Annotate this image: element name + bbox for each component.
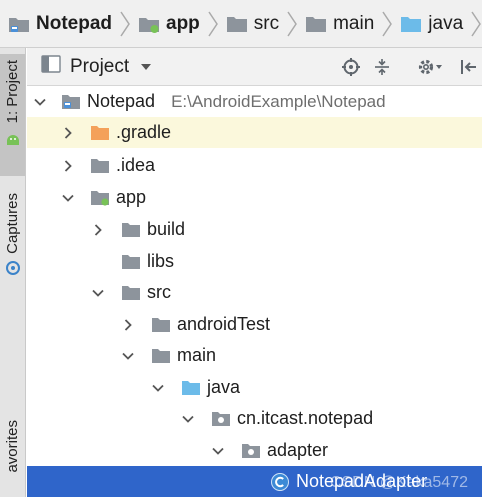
project-view-title: Project — [70, 55, 130, 77]
breadcrumb-label: main — [333, 12, 375, 34]
tree-row-label: java — [207, 377, 241, 397]
tree-row-package[interactable]: cn.itcast.notepad — [27, 403, 482, 434]
collapse-icon — [375, 59, 389, 75]
collapse-all-button[interactable] — [371, 56, 393, 78]
breadcrumb-label: src — [253, 12, 280, 34]
module-folder-icon — [90, 189, 110, 206]
tree-row-notepad[interactable]: Notepad E:\AndroidExample\Notepad — [27, 86, 482, 117]
breadcrumb-app[interactable]: app — [138, 0, 206, 47]
project-icon — [61, 93, 81, 110]
tree-row-build[interactable]: build — [27, 214, 482, 245]
tree-row-label: cn.itcast.notepad — [237, 408, 374, 428]
folder-icon — [305, 15, 327, 33]
tab-captures-label: Captures — [4, 193, 21, 254]
chevron-right-icon — [287, 11, 298, 36]
tree-row-label: androidTest — [177, 314, 271, 334]
tree-row-adapter[interactable]: adapter — [27, 435, 482, 466]
chevron-right-icon[interactable] — [91, 223, 105, 237]
breadcrumb-label: java — [428, 12, 464, 34]
breadcrumb-main[interactable]: main — [305, 0, 380, 47]
tab-captures[interactable]: Captures — [0, 193, 25, 293]
watermark-text: CSDN @Kaka5472 — [329, 474, 468, 491]
tree-row-label: Notepad E:\AndroidExample\Notepad — [87, 91, 386, 112]
breadcrumb-label: app — [166, 12, 200, 34]
folder-icon — [90, 124, 110, 141]
tree-row-label: libs — [147, 251, 175, 271]
chevron-down-icon[interactable] — [151, 381, 165, 395]
folder-icon — [151, 347, 171, 364]
tab-favorites-label: avorites — [4, 420, 21, 473]
tree-row-app[interactable]: app — [27, 182, 482, 213]
project-toolwindow-header: Project — [27, 48, 482, 86]
chevron-right-icon — [120, 11, 130, 36]
tree-row-label: src — [147, 282, 171, 302]
source-folder-icon — [181, 379, 201, 396]
tool-window-stripe: 1: Project Captures avorites — [0, 48, 26, 497]
folder-icon — [226, 15, 248, 33]
chevron-right-icon[interactable] — [61, 159, 75, 173]
tree-row-java[interactable]: java — [27, 372, 482, 403]
crosshair-icon — [342, 58, 360, 76]
project-view-selector[interactable]: Project — [41, 55, 152, 78]
tree-row-src[interactable]: src — [27, 277, 482, 308]
tree-row-label: build — [147, 219, 186, 239]
chevron-right-icon — [382, 11, 393, 36]
folder-icon — [121, 221, 141, 238]
chevron-down-icon[interactable] — [91, 286, 105, 300]
tree-row-label: .idea — [116, 155, 156, 175]
chevron-down-icon[interactable] — [33, 95, 47, 109]
chevron-right-icon — [208, 11, 218, 36]
tab-project-label: 1: Project — [4, 60, 21, 124]
chevron-right-icon[interactable] — [61, 126, 75, 140]
android-icon — [5, 131, 21, 152]
tree-row-label: .gradle — [116, 122, 172, 142]
tree-row-idea[interactable]: .idea — [27, 150, 482, 181]
chevron-right-icon — [471, 11, 482, 36]
navigation-breadcrumb: Notepad app src main java — [0, 0, 482, 48]
project-view-icon — [41, 55, 61, 78]
captures-icon — [5, 260, 21, 281]
settings-button[interactable] — [415, 56, 445, 78]
tree-row-gradle[interactable]: .gradle — [27, 117, 482, 148]
ide-window: Notepad app src main java 1: Project Cap… — [0, 0, 482, 497]
folder-icon — [90, 157, 110, 174]
tab-favorites[interactable]: avorites — [0, 420, 25, 497]
tree-row-androidtest[interactable]: androidTest — [27, 309, 482, 340]
folder-icon — [121, 253, 141, 270]
folder-icon — [121, 284, 141, 301]
breadcrumb-src[interactable]: src — [226, 0, 285, 47]
root-name: Notepad — [87, 91, 156, 111]
module-folder-icon — [138, 15, 160, 33]
breadcrumb-notepad[interactable]: Notepad — [8, 0, 118, 47]
root-path: E:\AndroidExample\Notepad — [171, 92, 386, 111]
breadcrumb-java[interactable]: java — [400, 0, 469, 47]
chevron-down-icon[interactable] — [121, 349, 135, 363]
package-icon — [211, 410, 231, 427]
gear-icon — [418, 59, 442, 75]
project-icon — [8, 15, 30, 33]
tree-row-label: app — [116, 187, 147, 207]
tree-row-label: main — [177, 345, 217, 365]
chevron-down-icon — [141, 63, 152, 70]
folder-icon — [151, 316, 171, 333]
hide-toolwindow-button[interactable] — [457, 56, 479, 78]
chevron-right-icon[interactable] — [121, 318, 135, 332]
tab-project[interactable]: 1: Project — [0, 54, 25, 176]
chevron-down-icon[interactable] — [61, 191, 75, 205]
chevron-down-icon[interactable] — [181, 412, 195, 426]
source-folder-icon — [400, 15, 422, 33]
chevron-down-icon[interactable] — [211, 444, 225, 458]
tree-row-main[interactable]: main — [27, 340, 482, 371]
class-icon — [270, 472, 290, 491]
hide-left-icon — [461, 60, 476, 74]
project-tree: Notepad E:\AndroidExample\Notepad .gradle… — [27, 86, 482, 497]
breadcrumb-label: Notepad — [36, 12, 112, 34]
tree-row-libs[interactable]: libs — [27, 246, 482, 277]
package-icon — [241, 442, 261, 459]
locate-file-button[interactable] — [340, 56, 362, 78]
tree-row-label: adapter — [267, 440, 329, 460]
